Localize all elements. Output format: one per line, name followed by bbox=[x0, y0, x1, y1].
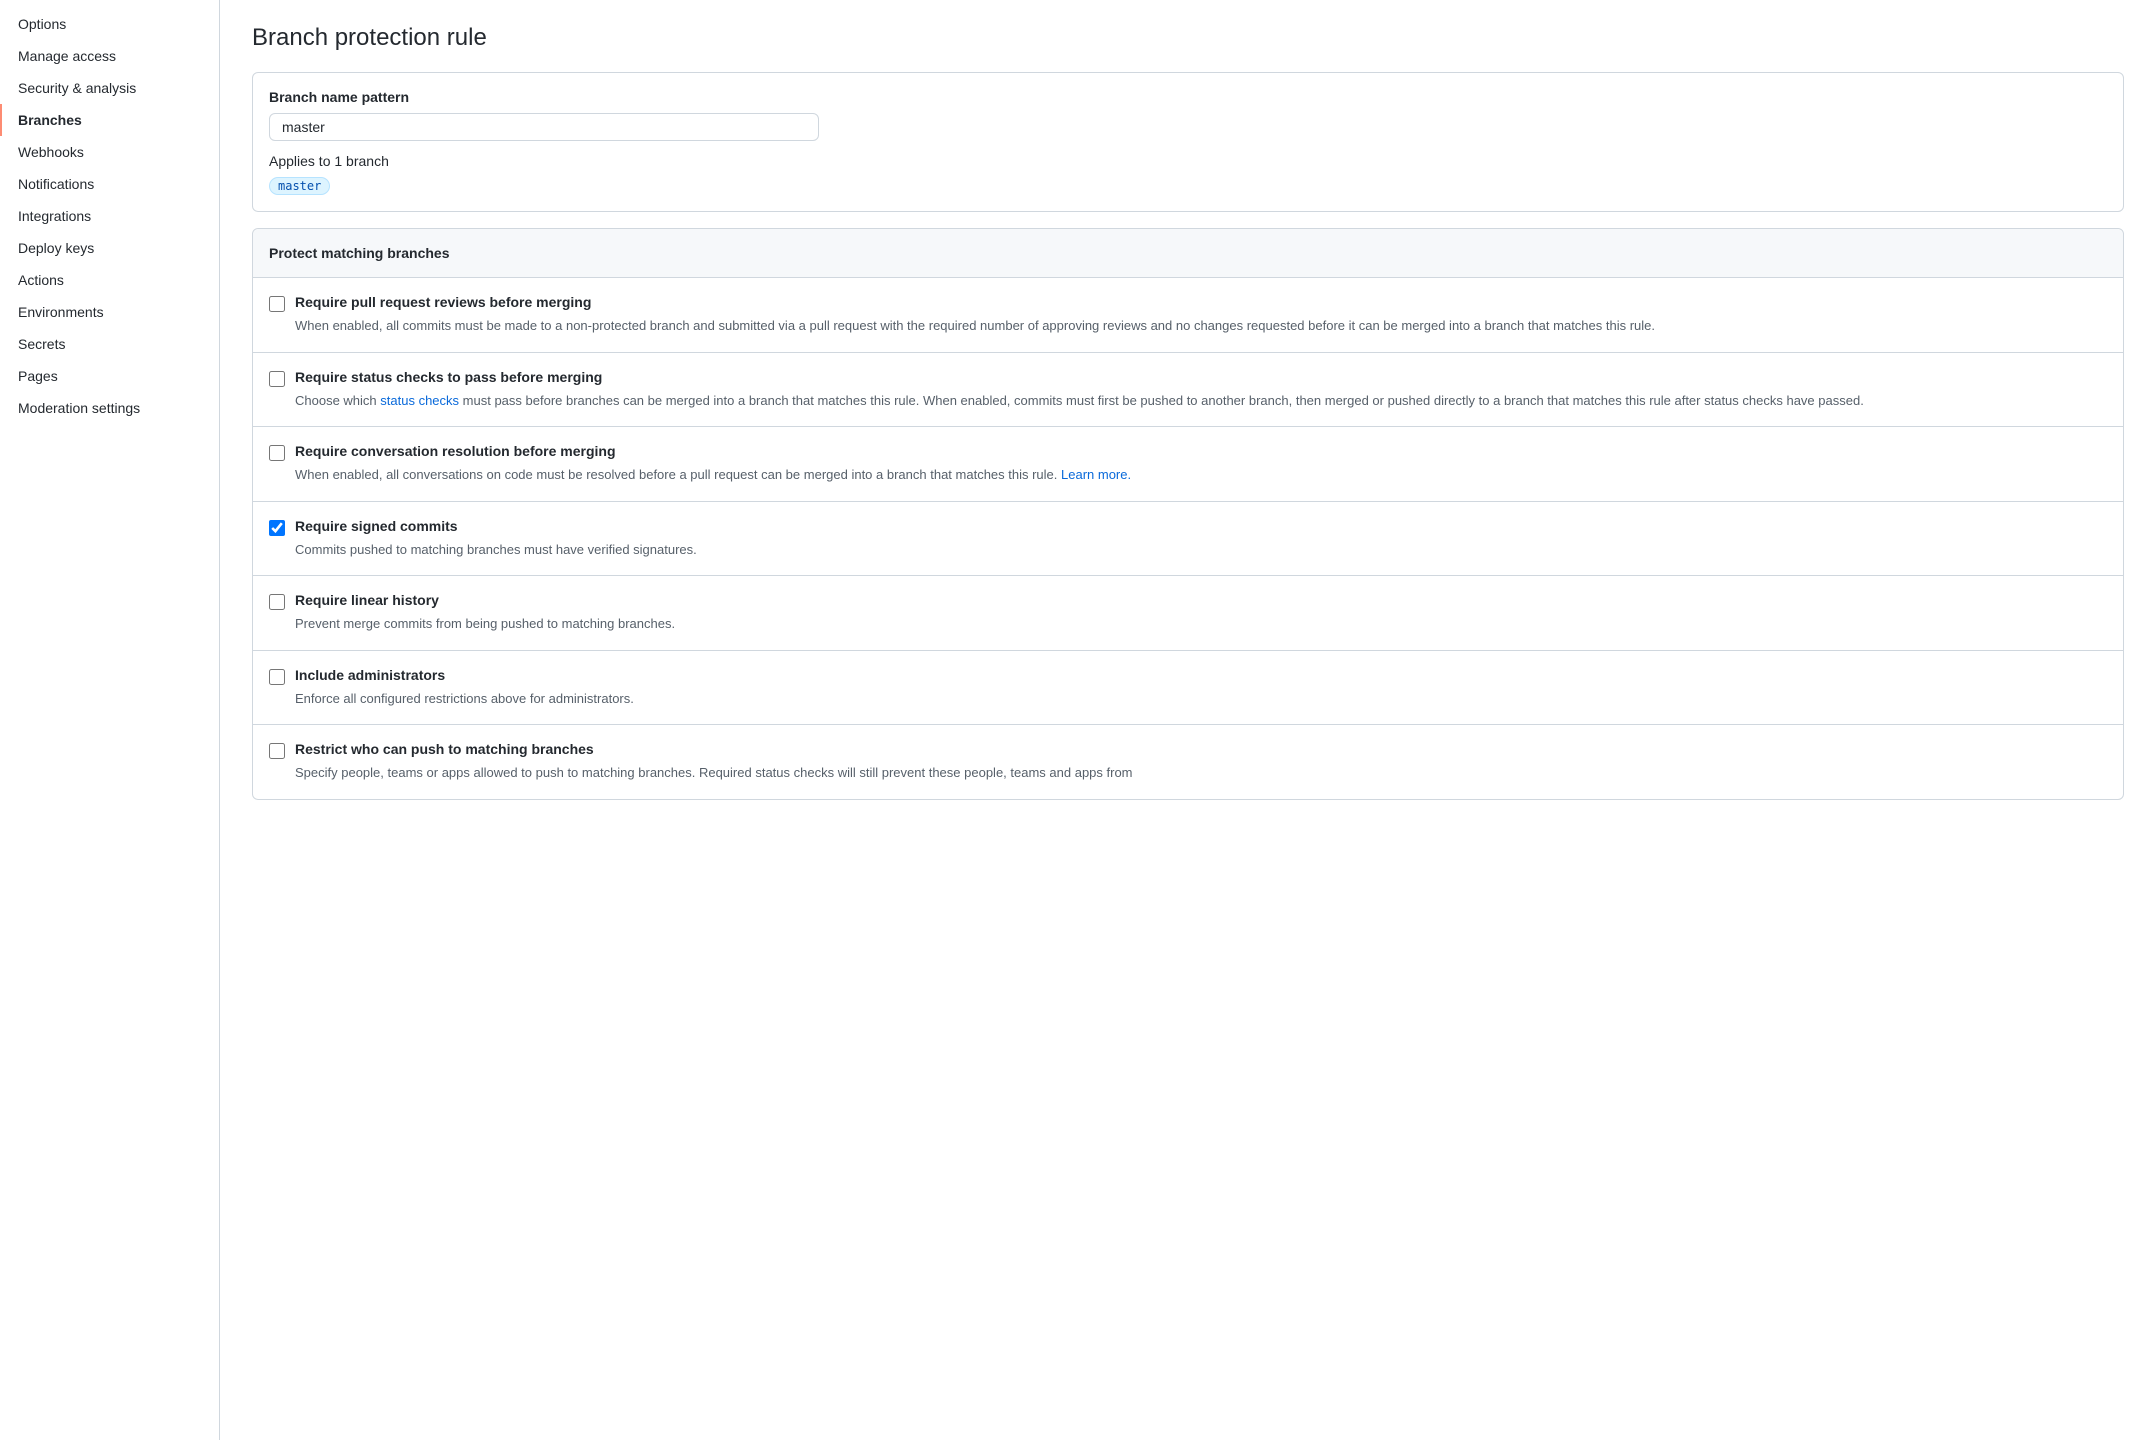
protect-matching-branches-section: Protect matching branches Require pull r… bbox=[252, 228, 2124, 800]
learn-more-link[interactable]: Learn more. bbox=[1061, 467, 1131, 482]
sidebar-item-manage-access[interactable]: Manage access bbox=[0, 40, 219, 72]
sidebar-item-actions[interactable]: Actions bbox=[0, 264, 219, 296]
applies-text: Applies to 1 branch bbox=[269, 153, 2107, 169]
sidebar-item-moderation-settings[interactable]: Moderation settings bbox=[0, 392, 219, 424]
rule-title-require-pr-reviews: Require pull request reviews before merg… bbox=[295, 294, 591, 310]
page-title: Branch protection rule bbox=[252, 24, 2124, 52]
rule-checkbox-require-linear-history[interactable] bbox=[269, 594, 285, 610]
branch-name-body: Branch name pattern Applies to 1 branch … bbox=[253, 73, 2123, 211]
rule-item-require-signed-commits: Require signed commits Commits pushed to … bbox=[253, 502, 2123, 577]
rules-list: Require pull request reviews before merg… bbox=[253, 278, 2123, 799]
sidebar-item-secrets[interactable]: Secrets bbox=[0, 328, 219, 360]
rule-title-require-status-checks: Require status checks to pass before mer… bbox=[295, 369, 602, 385]
sidebar-item-integrations[interactable]: Integrations bbox=[0, 200, 219, 232]
branch-name-input[interactable] bbox=[269, 113, 819, 141]
branch-name-label: Branch name pattern bbox=[269, 89, 2107, 105]
rule-item-require-linear-history: Require linear history Prevent merge comm… bbox=[253, 576, 2123, 651]
rule-title-restrict-who-can-push: Restrict who can push to matching branch… bbox=[295, 741, 594, 757]
sidebar-item-webhooks[interactable]: Webhooks bbox=[0, 136, 219, 168]
rule-description-require-linear-history: Prevent merge commits from being pushed … bbox=[295, 614, 2107, 634]
sidebar-item-branches[interactable]: Branches bbox=[0, 104, 219, 136]
rule-item-require-conversation-resolution: Require conversation resolution before m… bbox=[253, 427, 2123, 502]
rule-checkbox-require-conversation-resolution[interactable] bbox=[269, 445, 285, 461]
rule-description-include-administrators: Enforce all configured restrictions abov… bbox=[295, 689, 2107, 709]
rule-description-require-status-checks: Choose which status checks must pass bef… bbox=[295, 391, 2107, 411]
sidebar-item-environments[interactable]: Environments bbox=[0, 296, 219, 328]
protect-section-header: Protect matching branches bbox=[253, 229, 2123, 278]
rule-checkbox-include-administrators[interactable] bbox=[269, 669, 285, 685]
main-content: Branch protection rule Branch name patte… bbox=[220, 0, 2156, 1440]
rule-title-include-administrators: Include administrators bbox=[295, 667, 445, 683]
rule-item-require-pr-reviews: Require pull request reviews before merg… bbox=[253, 278, 2123, 353]
sidebar: OptionsManage accessSecurity & analysisB… bbox=[0, 0, 220, 1440]
status-checks-link[interactable]: status checks bbox=[380, 393, 459, 408]
rule-item-include-administrators: Include administrators Enforce all config… bbox=[253, 651, 2123, 726]
rule-description-restrict-who-can-push: Specify people, teams or apps allowed to… bbox=[295, 763, 2107, 783]
rule-checkbox-require-signed-commits[interactable] bbox=[269, 520, 285, 536]
rule-checkbox-require-status-checks[interactable] bbox=[269, 371, 285, 387]
rule-title-require-signed-commits: Require signed commits bbox=[295, 518, 458, 534]
rule-item-require-status-checks: Require status checks to pass before mer… bbox=[253, 353, 2123, 428]
rule-description-require-signed-commits: Commits pushed to matching branches must… bbox=[295, 540, 2107, 560]
sidebar-item-deploy-keys[interactable]: Deploy keys bbox=[0, 232, 219, 264]
sidebar-item-options[interactable]: Options bbox=[0, 8, 219, 40]
rule-checkbox-require-pr-reviews[interactable] bbox=[269, 296, 285, 312]
rule-item-restrict-who-can-push: Restrict who can push to matching branch… bbox=[253, 725, 2123, 799]
branch-tag: master bbox=[269, 177, 330, 195]
sidebar-item-notifications[interactable]: Notifications bbox=[0, 168, 219, 200]
rule-checkbox-restrict-who-can-push[interactable] bbox=[269, 743, 285, 759]
branch-name-section: Branch name pattern Applies to 1 branch … bbox=[252, 72, 2124, 212]
rule-description-require-conversation-resolution: When enabled, all conversations on code … bbox=[295, 465, 2107, 485]
sidebar-item-pages[interactable]: Pages bbox=[0, 360, 219, 392]
rule-title-require-linear-history: Require linear history bbox=[295, 592, 439, 608]
sidebar-item-security-analysis[interactable]: Security & analysis bbox=[0, 72, 219, 104]
rule-title-require-conversation-resolution: Require conversation resolution before m… bbox=[295, 443, 616, 459]
rule-description-require-pr-reviews: When enabled, all commits must be made t… bbox=[295, 316, 2107, 336]
